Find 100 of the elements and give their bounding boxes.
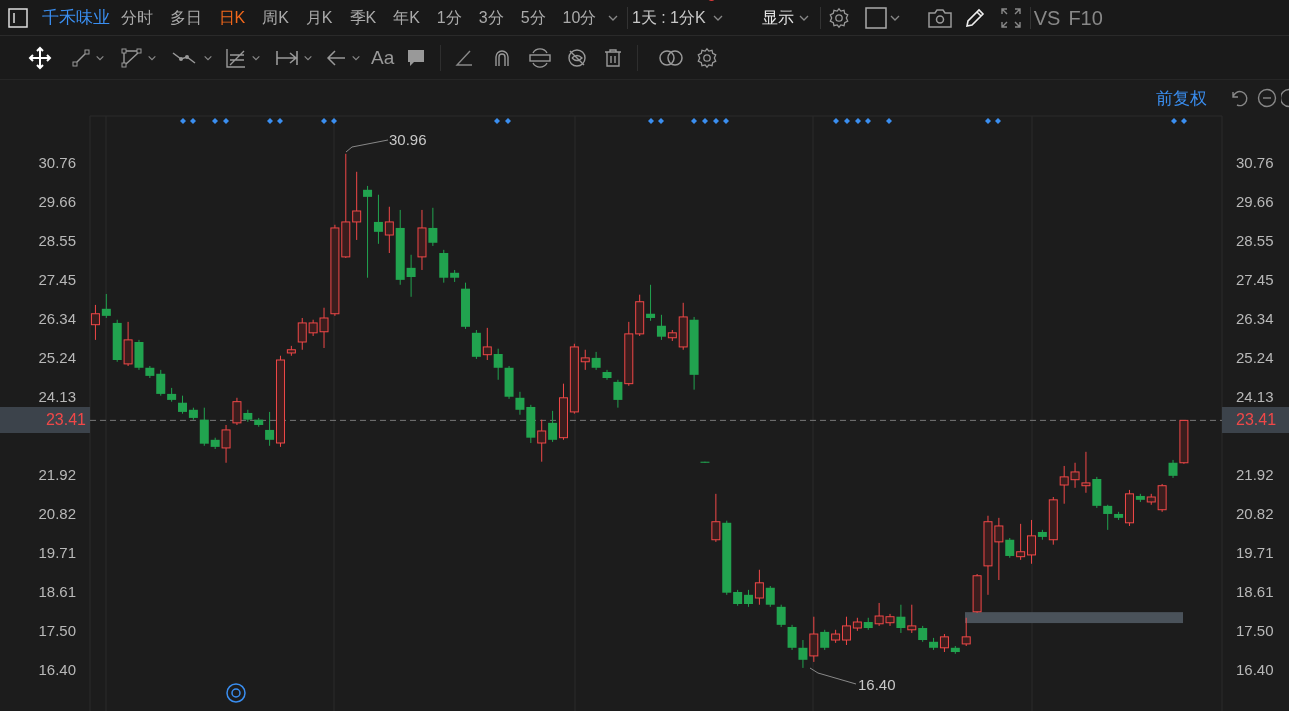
- period-tab[interactable]: 年K: [384, 5, 429, 30]
- settings-icon[interactable]: [696, 46, 719, 69]
- price-label: 17.50: [1236, 621, 1274, 642]
- fullscreen-icon[interactable]: [999, 6, 1022, 29]
- link-icon[interactable]: [528, 46, 553, 69]
- event-marker[interactable]: [267, 118, 273, 124]
- event-marker[interactable]: [985, 118, 991, 124]
- price-label: 20.82: [38, 503, 76, 524]
- camera-icon[interactable]: [926, 6, 953, 29]
- grid-lines-icon: [225, 46, 247, 69]
- event-marker[interactable]: [648, 118, 654, 124]
- event-marker[interactable]: [321, 118, 327, 124]
- adjustment-label[interactable]: 前复权: [1156, 86, 1207, 112]
- compare-button[interactable]: F10: [1068, 7, 1103, 28]
- price-label: 17.50: [38, 621, 76, 642]
- event-marker[interactable]: [190, 118, 196, 124]
- candle: [776, 604, 786, 628]
- price-label: 29.66: [38, 191, 76, 212]
- candle: [537, 419, 547, 463]
- period-tab[interactable]: 10分: [554, 5, 605, 30]
- leader-line: [809, 667, 857, 685]
- event-marker[interactable]: [723, 118, 729, 124]
- event-marker[interactable]: [331, 118, 337, 124]
- event-marker[interactable]: [223, 118, 229, 124]
- price-label: 21.92: [1236, 465, 1274, 485]
- period-tab[interactable]: 多日: [161, 5, 210, 30]
- period-tab[interactable]: 分时: [112, 5, 161, 30]
- current-price-tag: 23.41: [1222, 407, 1289, 434]
- arrow-icon: [325, 47, 347, 68]
- price-label: 25.24: [38, 347, 76, 368]
- comment-icon[interactable]: [406, 47, 427, 68]
- price-label: 28.55: [1236, 230, 1274, 251]
- event-marker[interactable]: [844, 118, 850, 124]
- price-label: 27.45: [1236, 269, 1274, 290]
- settings-icon[interactable]: [827, 6, 850, 29]
- price-label: 27.45: [38, 269, 76, 290]
- shape-tool-dropdown[interactable]: [121, 46, 157, 69]
- event-marker[interactable]: [865, 118, 871, 124]
- event-marker[interactable]: [212, 118, 218, 124]
- compare-icon[interactable]: [658, 47, 685, 68]
- event-marker[interactable]: [691, 118, 697, 124]
- zoom-in-icon[interactable]: [1281, 88, 1289, 108]
- period-tab[interactable]: 月K: [297, 5, 341, 30]
- low-price-label: 16.40: [858, 675, 896, 695]
- price-label: 16.40: [1236, 659, 1274, 680]
- event-marker[interactable]: [658, 118, 664, 124]
- event-marker[interactable]: [180, 118, 186, 124]
- period-tab[interactable]: 1分: [428, 5, 471, 30]
- event-marker[interactable]: [494, 118, 500, 124]
- candle: [700, 461, 710, 464]
- period-tab[interactable]: 日K: [210, 5, 254, 30]
- candle: [178, 395, 187, 415]
- arrow-tool-dropdown[interactable]: [325, 47, 361, 68]
- line-tool-dropdown[interactable]: [71, 47, 105, 68]
- text-tool-button[interactable]: Aa: [371, 48, 395, 67]
- move-icon[interactable]: [28, 45, 52, 70]
- stock-name: 千禾味业: [42, 6, 110, 29]
- price-label: 21.92: [38, 465, 76, 485]
- event-marker[interactable]: [1181, 118, 1187, 124]
- hide-icon[interactable]: [566, 46, 589, 69]
- candle: [1092, 476, 1102, 509]
- price-label: 16.40: [38, 659, 76, 680]
- event-marker[interactable]: [833, 118, 839, 124]
- zoom-out-icon[interactable]: [1257, 88, 1277, 108]
- square-icon: [864, 6, 887, 29]
- price-label: 24.13: [38, 386, 76, 407]
- polygon-icon: [121, 46, 143, 69]
- period-tab[interactable]: 5分: [512, 5, 555, 30]
- sidebar-toggle-icon[interactable]: [8, 7, 28, 28]
- interval-dropdown[interactable]: 1天 : 1分K: [631, 5, 724, 30]
- line-segment-icon: [71, 47, 91, 68]
- event-marker[interactable]: [505, 118, 511, 124]
- high-price-label: 30.96: [389, 130, 427, 150]
- price-label: 30.76: [1236, 152, 1274, 173]
- period-tab[interactable]: 3分: [470, 5, 513, 30]
- price-label: 25.24: [1236, 347, 1274, 368]
- candle: [493, 348, 503, 381]
- event-marker[interactable]: [713, 118, 719, 124]
- event-marker[interactable]: [886, 118, 892, 124]
- pencil-icon[interactable]: [963, 6, 986, 29]
- price-label: 19.71: [1236, 543, 1274, 564]
- delete-icon[interactable]: [603, 47, 624, 68]
- event-marker[interactable]: [1171, 118, 1177, 124]
- candle: [90, 304, 100, 341]
- compare-button[interactable]: VS: [1033, 7, 1061, 28]
- price-label: 26.34: [1236, 308, 1274, 329]
- price-label: 29.66: [1236, 191, 1274, 212]
- event-marker[interactable]: [277, 118, 283, 124]
- layout-dropdown[interactable]: [864, 6, 901, 29]
- display-dropdown[interactable]: 显示: [761, 5, 810, 30]
- period-tab[interactable]: 季K: [341, 5, 385, 30]
- candle: [504, 365, 514, 400]
- event-marker[interactable]: [855, 118, 861, 124]
- fib-tool-dropdown[interactable]: [225, 46, 261, 69]
- event-marker[interactable]: [995, 118, 1001, 124]
- undo-icon[interactable]: [1229, 88, 1249, 108]
- event-marker[interactable]: [702, 118, 708, 124]
- period-tab[interactable]: 周K: [253, 5, 298, 30]
- candle: [482, 327, 492, 361]
- at-sign-icon[interactable]: [226, 683, 246, 703]
